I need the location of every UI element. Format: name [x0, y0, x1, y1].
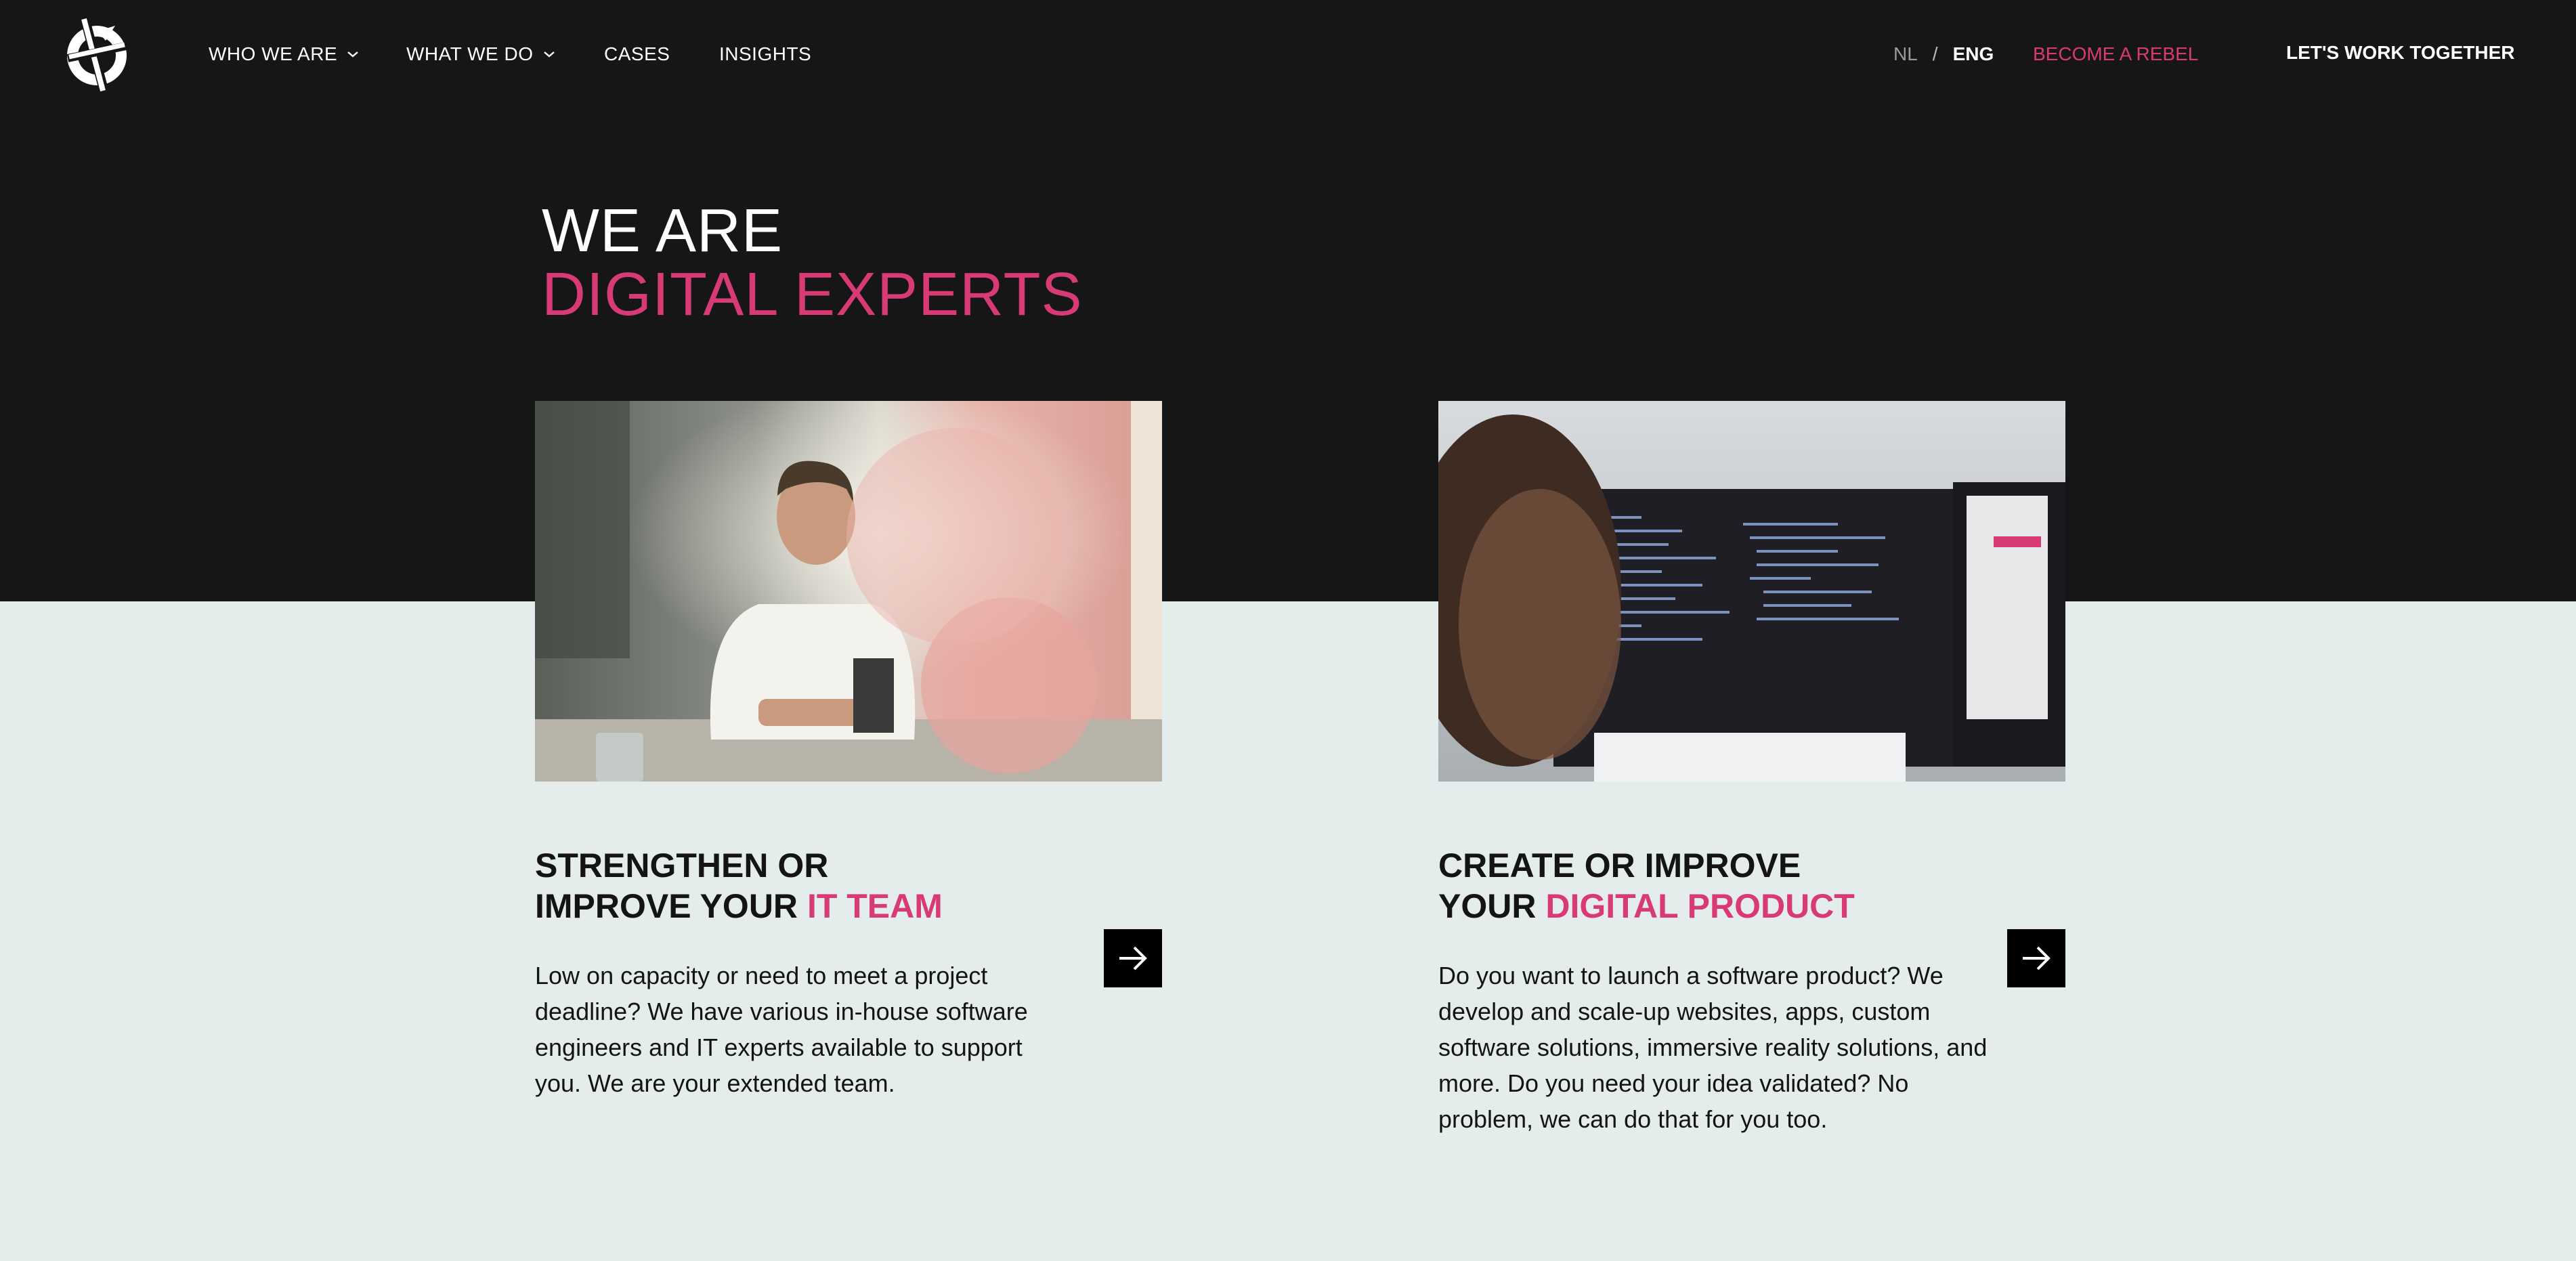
arrow-right-icon — [2023, 946, 2051, 970]
nav-label: WHAT WE DO — [406, 43, 534, 64]
chevron-down-icon — [543, 51, 555, 58]
developer-coding-on-monitors-photo — [1438, 401, 2065, 782]
arrow-button-digital-product[interactable] — [2007, 929, 2065, 987]
nav-insights[interactable]: INSIGHTS — [719, 43, 811, 65]
chevron-down-icon — [347, 51, 358, 58]
nav-label: WHO WE ARE — [209, 43, 338, 64]
hero-line1: WE ARE — [542, 197, 783, 265]
card-description-it-team: Low on capacity or need to meet a projec… — [535, 962, 1028, 1097]
card-title-line2: IMPROVE YOUR — [535, 887, 807, 925]
become-a-rebel-link[interactable]: BECOME A REBEL — [2033, 43, 2198, 65]
card-description-digital-product: Do you want to launch a software product… — [1438, 962, 1988, 1133]
hero-heading: WE ARE DIGITAL EXPERTS — [542, 199, 1083, 326]
hero-line2: DIGITAL EXPERTS — [542, 261, 1083, 328]
lang-eng[interactable]: ENG — [1953, 43, 1994, 65]
nav-cases[interactable]: CASES — [604, 43, 670, 65]
nav-label: CASES — [604, 43, 670, 64]
language-switcher: NL / ENG — [1893, 43, 1994, 65]
card-title-line2: YOUR — [1438, 887, 1546, 925]
lets-work-together-button[interactable]: LET'S WORK TOGETHER — [2286, 42, 2514, 64]
lang-separator: / — [1932, 43, 1938, 64]
arrow-right-icon — [1119, 946, 1147, 970]
card-image-digital-product[interactable] — [1438, 401, 2065, 782]
card-title-line1: STRENGTHEN OR — [535, 847, 829, 884]
card-title-line1: CREATE OR IMPROVE — [1438, 847, 1801, 884]
card-title-digital-product: CREATE OR IMPROVE YOUR DIGITAL PRODUCT — [1438, 845, 1855, 926]
card-title-highlight: DIGITAL PRODUCT — [1545, 887, 1855, 925]
card-title-it-team: STRENGTHEN OR IMPROVE YOUR IT TEAM — [535, 845, 943, 926]
nav-label: INSIGHTS — [719, 43, 812, 64]
arrow-button-it-team[interactable] — [1104, 929, 1162, 987]
lang-nl[interactable]: NL — [1893, 43, 1918, 65]
dark-header-band — [0, 0, 2576, 601]
nav-who-we-are[interactable]: WHO WE ARE — [209, 43, 359, 65]
man-working-at-laptop-photo — [535, 401, 1162, 782]
nav-what-we-do[interactable]: WHAT WE DO — [406, 43, 555, 65]
card-image-it-team[interactable] — [535, 401, 1162, 782]
card-title-highlight: IT TEAM — [807, 887, 943, 925]
rebel-logo-icon[interactable] — [60, 11, 134, 96]
